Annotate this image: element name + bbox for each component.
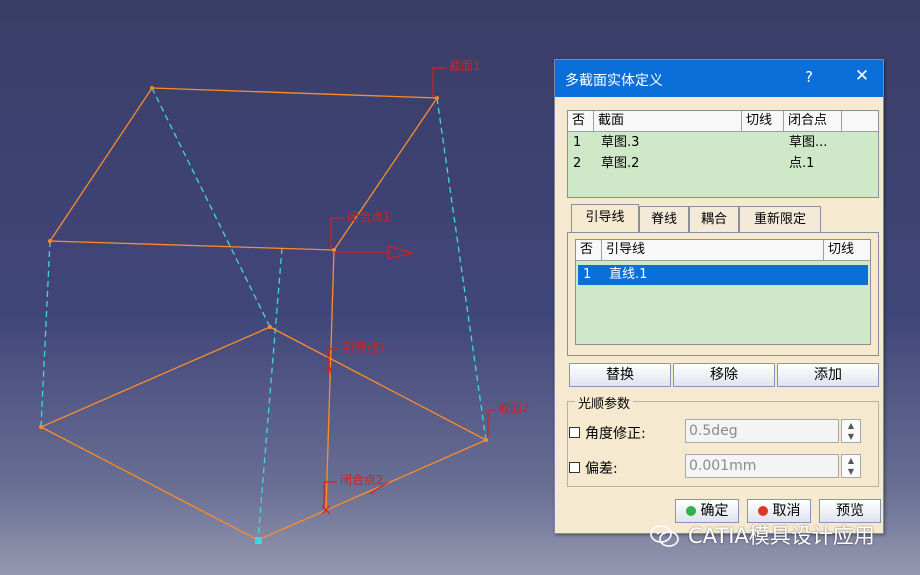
header-guide[interactable]: 引导线 — [602, 240, 824, 260]
spin-up-icon[interactable]: ▲ — [842, 420, 860, 431]
label-guide1: 引导线1 — [343, 341, 387, 355]
multi-section-solid-dialog: 多截面实体定义 ? ✕ 否 截面 切线 闭合点 1 草图.3 草图... 2 草… — [554, 59, 884, 534]
ok-status-icon — [685, 506, 696, 516]
row-section: 草图.2 — [601, 156, 640, 171]
label-closing-point1: 闭合点1 — [347, 209, 391, 224]
watermark-text: CATIA模具设计应用 — [688, 524, 875, 548]
edge-dashed — [151, 87, 271, 328]
deviation-checkbox[interactable] — [569, 462, 580, 473]
label-section1: 截面1 — [449, 59, 481, 73]
top-profile — [48, 87, 439, 251]
cancel-label: 取消 — [772, 503, 801, 519]
dialog-title: 多截面实体定义 — [565, 73, 663, 89]
angle-correction-checkbox[interactable] — [569, 427, 580, 438]
row-no: 1 — [573, 135, 582, 150]
closing1-arrow — [387, 245, 415, 260]
section1-leader — [432, 67, 446, 97]
edge-dashed — [257, 247, 283, 541]
tab-spine[interactable]: 脊线 — [639, 206, 689, 232]
replace-button[interactable]: 替换 — [569, 363, 671, 387]
spin-up-icon[interactable]: ▲ — [842, 455, 860, 466]
sections-table[interactable]: 否 截面 切线 闭合点 1 草图.3 草图... 2 草图.2 点.1 — [567, 110, 879, 198]
angle-correction-spinner[interactable]: ▲ ▼ — [841, 419, 861, 443]
remove-button[interactable]: 移除 — [673, 363, 775, 387]
cyan-dashed-edges — [40, 87, 487, 541]
row-closing-point: 草图... — [789, 135, 828, 150]
vertices — [39, 86, 488, 442]
table-row[interactable]: 2 草图.2 点.1 — [568, 154, 878, 174]
header-no[interactable]: 否 — [576, 240, 602, 260]
preview-button[interactable]: 预览 — [819, 499, 881, 523]
tab-guides[interactable]: 引导线 — [571, 204, 639, 233]
wechat-icon — [650, 525, 679, 547]
close-button[interactable]: ✕ — [852, 66, 872, 86]
row-no: 1 — [583, 267, 592, 282]
edge-dashed — [40, 240, 51, 428]
cancel-status-icon — [757, 506, 768, 516]
header-section[interactable]: 截面 — [594, 111, 742, 131]
smoothing-title: 光顺参数 — [575, 393, 634, 412]
deviation-spinner[interactable]: ▲ ▼ — [841, 454, 861, 478]
row-closing-point: 点.1 — [789, 156, 815, 171]
ok-button[interactable]: 确定 — [675, 499, 739, 523]
header-tangent[interactable]: 切线 — [824, 240, 870, 260]
dialog-titlebar[interactable]: 多截面实体定义 ? ✕ — [555, 60, 883, 97]
angle-correction-input[interactable]: 0.5deg — [685, 419, 839, 443]
selected-vertex-marker — [255, 537, 262, 544]
header-tangent[interactable]: 切线 — [742, 111, 784, 131]
header-closing-point[interactable]: 闭合点 — [784, 111, 842, 131]
header-no[interactable]: 否 — [568, 111, 594, 131]
vertex — [150, 86, 154, 90]
table-row-selected[interactable]: 1 直线.1 — [578, 265, 868, 285]
row-no: 2 — [573, 156, 582, 171]
label-section2: 截面2 — [498, 401, 530, 415]
vertex — [48, 239, 52, 243]
tab-coupling[interactable]: 耦合 — [689, 206, 739, 232]
edge-dashed — [436, 97, 487, 441]
deviation-input[interactable]: 0.001mm — [685, 454, 839, 478]
add-button[interactable]: 添加 — [777, 363, 879, 387]
ok-label: 确定 — [700, 503, 729, 519]
tab-relimitation[interactable]: 重新限定 — [739, 206, 821, 232]
vertex — [268, 325, 272, 329]
help-button[interactable]: ? — [799, 68, 819, 86]
vertex — [39, 425, 43, 429]
section2-leader — [487, 409, 496, 438]
spin-down-icon[interactable]: ▼ — [842, 466, 860, 477]
table-row[interactable]: 1 草图.3 草图... — [568, 133, 878, 153]
sections-table-header: 否 截面 切线 闭合点 — [568, 111, 878, 132]
spin-down-icon[interactable]: ▼ — [842, 431, 860, 442]
bottom-profile — [39, 326, 488, 541]
closing1-leader — [330, 217, 344, 248]
angle-correction-label: 角度修正: — [585, 426, 646, 442]
row-section: 草图.3 — [601, 135, 640, 150]
row-guide: 直线.1 — [609, 267, 648, 282]
label-closing-point2: 闭合点2 — [340, 472, 384, 487]
guide-line — [325, 249, 335, 511]
guides-table[interactable]: 否 引导线 切线 1 直线.1 — [575, 239, 871, 345]
guides-table-header: 否 引导线 切线 — [576, 240, 870, 261]
deviation-label: 偏差: — [585, 461, 618, 477]
vertex — [484, 438, 488, 442]
cancel-button[interactable]: 取消 — [747, 499, 811, 523]
